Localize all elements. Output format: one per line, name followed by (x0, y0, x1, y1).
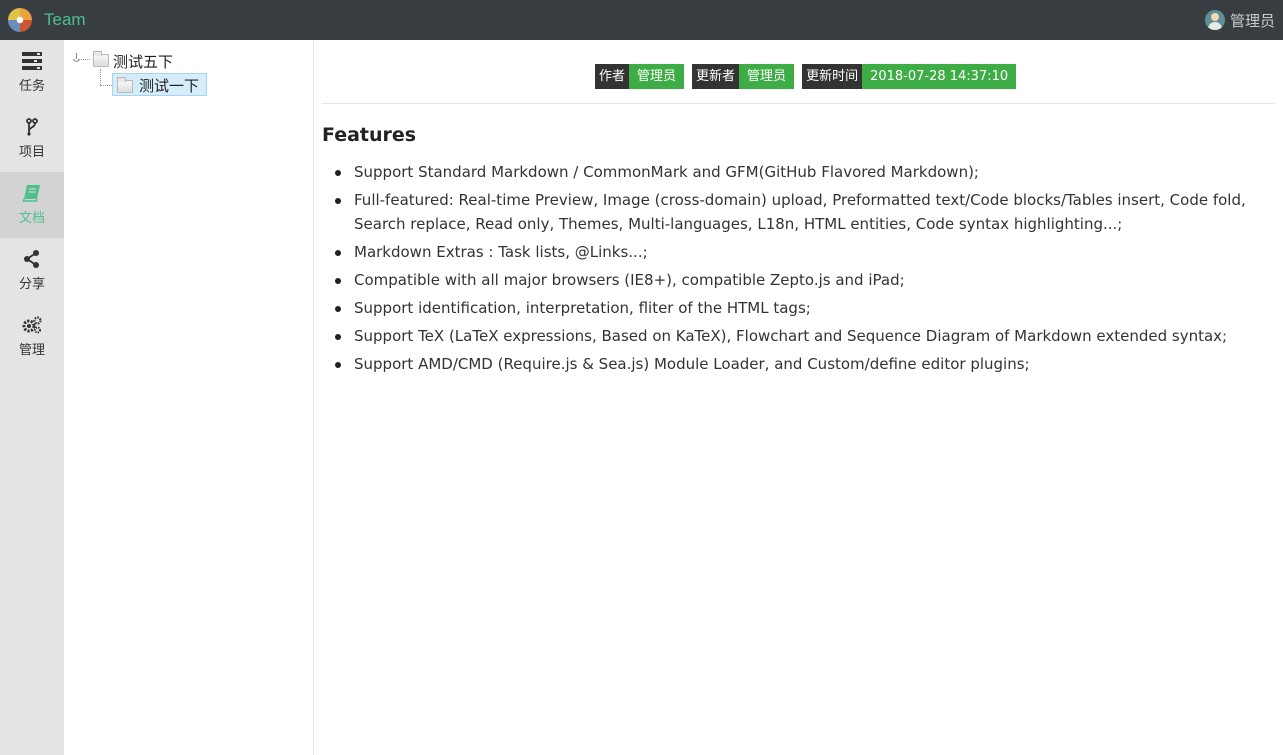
avatar[interactable] (1204, 10, 1225, 30)
branch-icon (26, 118, 38, 136)
nav-item-projects[interactable]: 项目 (0, 106, 64, 172)
tree-connector (78, 59, 90, 60)
nav-label: 项目 (18, 145, 45, 160)
user-menu[interactable]: 管理员 (1204, 9, 1275, 31)
task-list-icon (22, 52, 42, 70)
nav-label: 分享 (18, 277, 45, 292)
app-title[interactable]: Team (44, 10, 86, 30)
tag-value: 管理员 (739, 64, 795, 89)
app-logo-icon[interactable] (8, 8, 32, 32)
doc-view: 作者 管理员 更新者 管理员 更新时间 2018-07-28 14:37:10 … (314, 40, 1283, 755)
tree-node-root[interactable]: 测试五下 (113, 51, 173, 72)
nav-item-admin[interactable]: 管理 (0, 304, 64, 370)
list-item: Full-featured: Real-time Preview, Image … (322, 188, 1272, 236)
nav-label: 管理 (18, 343, 45, 358)
list-item: Support Standard Markdown / CommonMark a… (322, 160, 1272, 184)
feature-list: Support Standard Markdown / CommonMark a… (322, 160, 1272, 380)
nav-item-tasks[interactable]: 任务 (0, 40, 64, 106)
doc-meta: 作者 管理员 更新者 管理员 更新时间 2018-07-28 14:37:10 (595, 64, 1017, 89)
nav-item-share[interactable]: 分享 (0, 238, 64, 304)
list-item: Support identification, interpretation, … (322, 296, 1272, 320)
folder-icon (93, 51, 109, 67)
top-bar: Team 管理员 (0, 0, 1283, 40)
author-tag: 作者 管理员 (595, 64, 685, 89)
tree-connector (100, 85, 112, 86)
nav-label: 任务 (18, 79, 45, 94)
tree-collapse-icon[interactable] (72, 53, 81, 62)
share-icon (24, 250, 39, 268)
list-item: Markdown Extras : Task lists, @Links...; (322, 240, 1272, 264)
book-icon (22, 185, 40, 202)
tag-key: 作者 (595, 64, 630, 89)
updated-time-tag: 更新时间 2018-07-28 14:37:10 (802, 64, 1017, 89)
nav-label: 文档 (18, 211, 45, 226)
list-item: Support TeX (LaTeX expressions, Based on… (322, 324, 1272, 348)
tree-node-label: 测试一下 (139, 77, 200, 95)
tag-value: 2018-07-28 14:37:10 (862, 64, 1017, 89)
tag-key: 更新时间 (802, 64, 863, 89)
user-name[interactable]: 管理员 (1230, 10, 1275, 31)
gears-icon (22, 316, 42, 334)
doc-heading: Features (322, 124, 417, 146)
sidebar-nav: 任务 项目 文档 分享 管理 (0, 40, 64, 755)
tag-key: 更新者 (692, 64, 740, 89)
divider (322, 103, 1275, 104)
nav-item-docs[interactable]: 文档 (0, 172, 64, 238)
doc-tree-panel: 测试五下 测试一下 (64, 40, 314, 755)
list-item: Compatible with all major browsers (IE8+… (322, 268, 1272, 292)
tree-node-selected[interactable]: 测试一下 (112, 73, 207, 96)
tree-connector (100, 69, 101, 85)
folder-icon (117, 77, 133, 93)
tag-value: 管理员 (629, 64, 685, 89)
list-item: Support AMD/CMD (Require.js & Sea.js) Mo… (322, 352, 1272, 376)
updater-tag: 更新者 管理员 (692, 64, 795, 89)
